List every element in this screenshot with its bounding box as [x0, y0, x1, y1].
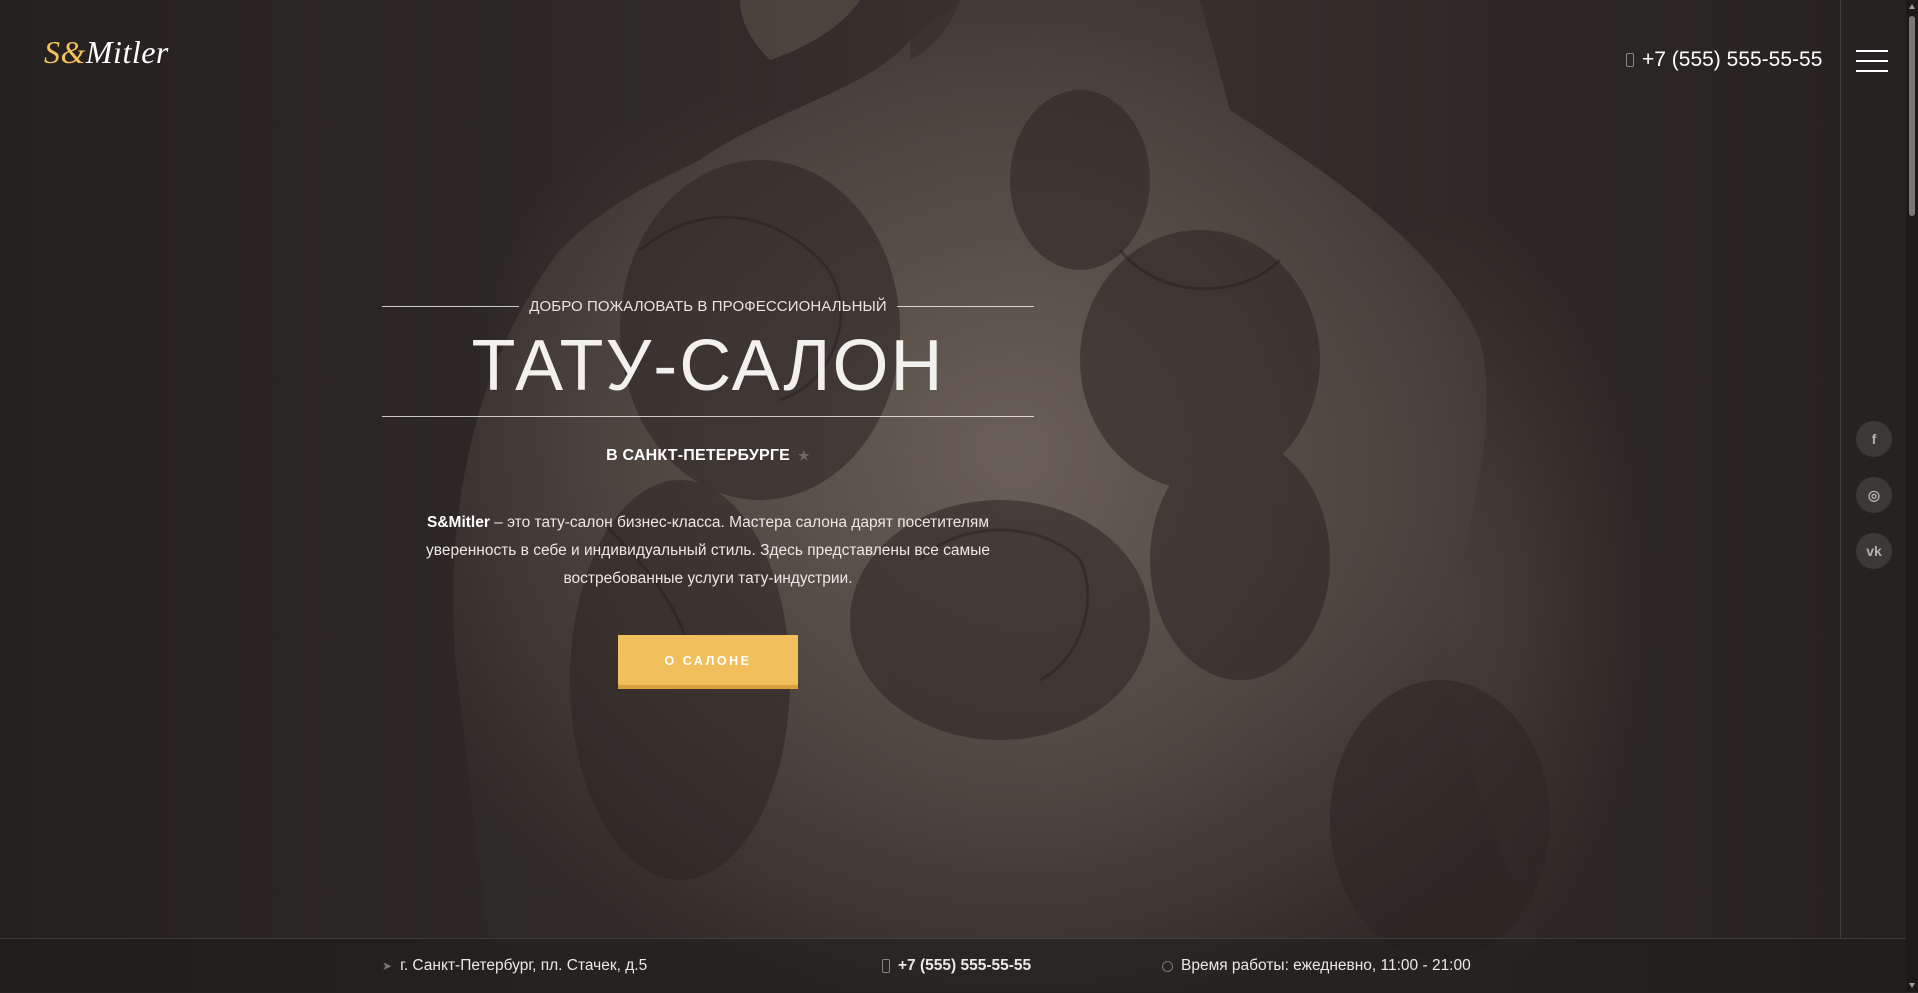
site-logo[interactable]: S&Mitler: [44, 34, 169, 74]
instagram-icon[interactable]: ◎: [1856, 477, 1892, 513]
hero-section: ДОБРО ПОЖАЛОВАТЬ В ПРОФЕССИОНАЛЬНЫЙ ТАТУ…: [382, 290, 1035, 689]
hero-description: S&Mitler – это тату-салон бизнес-класса.…: [408, 509, 1008, 593]
scrollbar-thumb[interactable]: [1909, 16, 1915, 216]
vk-glyph: vk: [1866, 543, 1882, 559]
footer-address-text: г. Санкт-Петербург, пл. Стачек, д.5: [400, 957, 648, 974]
welcome-right-rule: [896, 305, 1035, 307]
scroll-down-arrow-icon[interactable]: [1909, 983, 1915, 988]
welcome-left-rule: [382, 305, 520, 307]
scroll-up-arrow-icon[interactable]: [1909, 4, 1915, 9]
footer-address: ➤ г. Санкт-Петербург, пл. Стачек, д.5: [382, 957, 647, 975]
footer-hours-text: Время работы: ежедневно, 11:00 - 21:00: [1181, 957, 1471, 974]
vk-icon[interactable]: vk: [1856, 533, 1892, 569]
clock-icon: [1162, 960, 1173, 972]
description-brand: S&Mitler: [427, 514, 490, 531]
description-text: – это тату-салон бизнес-класса. Мастера …: [426, 514, 990, 587]
mobile-phone-icon: [1626, 53, 1634, 67]
hero-subtitle: В САНКТ-ПЕТЕРБУРГЕ: [606, 447, 791, 464]
location-arrow-icon: ➤: [382, 959, 393, 973]
header-phone-link[interactable]: +7 (555) 555-55-55: [1626, 48, 1822, 72]
hamburger-menu-icon[interactable]: [1856, 50, 1888, 72]
welcome-row: ДОБРО ПОЖАЛОВАТЬ В ПРОФЕССИОНАЛЬНЫЙ: [382, 290, 1035, 322]
logo-letter-s: S: [44, 34, 61, 70]
footer-phone-text: +7 (555) 555-55-55: [898, 957, 1032, 974]
footer-hours: Время работы: ежедневно, 11:00 - 21:00: [1162, 957, 1471, 975]
hero-title: ТАТУ-САЛОН: [471, 326, 945, 406]
page-scrollbar[interactable]: [1906, 0, 1918, 992]
facebook-glyph: f: [1871, 431, 1877, 447]
hero-subtitle-row: В САНКТ-ПЕТЕРБУРГЕ ★: [382, 447, 1034, 465]
instagram-glyph: ◎: [1867, 486, 1881, 503]
welcome-text: ДОБРО ПОЖАЛОВАТЬ В ПРОФЕССИОНАЛЬНЫЙ: [529, 297, 887, 315]
facebook-icon[interactable]: f: [1856, 421, 1892, 457]
right-rail-divider: [1840, 0, 1841, 938]
title-rule: [382, 416, 1034, 417]
star-icon: ★: [798, 448, 810, 463]
about-salon-button[interactable]: О САЛОНЕ: [618, 635, 798, 689]
header-phone-number: +7 (555) 555-55-55: [1642, 48, 1823, 71]
logo-ampersand: &: [60, 34, 86, 70]
mobile-phone-icon: [882, 959, 890, 973]
logo-wordmark: Mitler: [85, 34, 169, 70]
footer-phone-link[interactable]: +7 (555) 555-55-55: [882, 957, 1031, 975]
contact-footer-bar: ➤ г. Санкт-Петербург, пл. Стачек, д.5 +7…: [0, 938, 1906, 993]
